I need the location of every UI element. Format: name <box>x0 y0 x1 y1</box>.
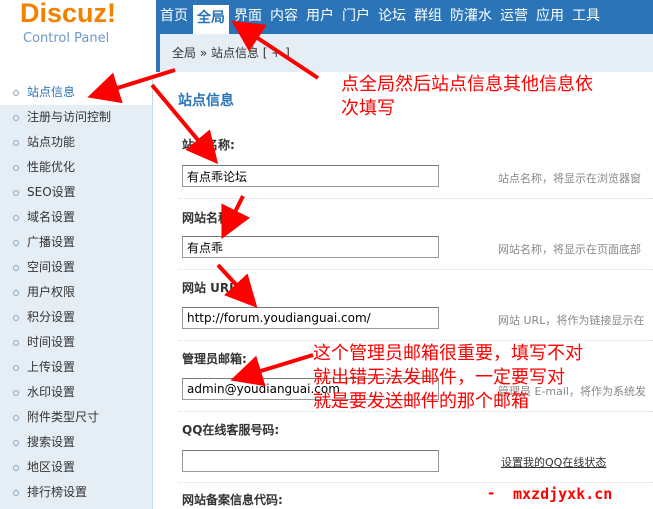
sidebar-item-label: 地区设置 <box>27 460 76 474</box>
sidebar-item-label: 站点功能 <box>27 135 76 149</box>
sidebar-item-search[interactable]: 搜索设置 <box>0 430 152 455</box>
sidebar-item-space[interactable]: 空间设置 <box>0 255 152 280</box>
nav-home[interactable]: 首页 <box>156 0 192 34</box>
site-name-hint: 站点名称，将显示在浏览器窗 <box>498 172 641 185</box>
qq-status-link[interactable]: 设置我的QQ在线状态 <box>501 454 606 470</box>
header: Discuz! Control Panel 首页 全局 界面 内容 用户 门户 … <box>0 0 653 46</box>
sidebar-item-domain[interactable]: 域名设置 <box>0 205 152 230</box>
nav-portal[interactable]: 门户 <box>338 0 374 34</box>
sidebar-item-label: 空间设置 <box>27 260 76 274</box>
web-url-hint: 网站 URL，将作为链接显示在 <box>498 314 645 327</box>
sidebar-item-label: 注册与访问控制 <box>27 110 112 124</box>
sidebar-item-label: 时间设置 <box>27 335 76 349</box>
divider <box>178 269 653 270</box>
nav-antispam[interactable]: 防灌水 <box>446 0 496 34</box>
page-title: 站点信息 <box>178 93 234 109</box>
bullet-icon <box>13 240 19 246</box>
sidebar-item-site-info[interactable]: 站点信息 <box>0 80 152 105</box>
sidebar-item-label: 站点信息 <box>27 85 76 99</box>
breadcrumb: 全局 » 站点信息 [ + ] <box>156 34 653 72</box>
admin-email-label: 管理员邮箱: <box>182 352 247 366</box>
sidebar-item-time[interactable]: 时间设置 <box>0 330 152 355</box>
sidebar-item-label: 积分设置 <box>27 310 76 324</box>
sidebar-item-label: 域名设置 <box>27 210 76 224</box>
nav-user[interactable]: 用户 <box>302 0 338 34</box>
annotation-email: 这个管理员邮箱很重要，填写不对 就出错无法发邮件，一定要写对 就是要发送邮件的那… <box>313 343 583 412</box>
bullet-icon <box>13 190 19 196</box>
divider <box>178 340 653 341</box>
main-panel: 站点信息 站点名称: 站点名称，将显示在浏览器窗 网站名称: 网站名称，将显示在… <box>160 72 653 509</box>
sidebar-item-site-features[interactable]: 站点功能 <box>0 130 152 155</box>
web-name-input[interactable] <box>182 236 439 258</box>
bullet-icon <box>13 415 19 421</box>
divider <box>178 482 653 483</box>
sidebar-item-performance[interactable]: 性能优化 <box>0 155 152 180</box>
sidebar-item-label: SEO设置 <box>27 185 76 199</box>
divider <box>178 198 653 199</box>
sidebar-item-broadcast[interactable]: 广播设置 <box>0 230 152 255</box>
bullet-icon <box>13 365 19 371</box>
bullet-icon <box>13 115 19 121</box>
sidebar-item-region[interactable]: 地区设置 <box>0 455 152 480</box>
site-name-label: 站点名称: <box>182 138 235 152</box>
sidebar-item-seo[interactable]: SEO设置 <box>0 180 152 205</box>
bullet-icon <box>13 215 19 221</box>
sidebar-item-user-permissions[interactable]: 用户权限 <box>0 280 152 305</box>
top-nav: 首页 全局 界面 内容 用户 门户 论坛 群组 防灌水 运营 应用 工具 <box>156 0 653 34</box>
web-url-input[interactable] <box>182 307 439 329</box>
sidebar-item-credits[interactable]: 积分设置 <box>0 305 152 330</box>
nav-global[interactable]: 全局 <box>192 4 230 34</box>
bullet-icon <box>13 465 19 471</box>
sidebar-item-label: 搜索设置 <box>27 435 76 449</box>
sidebar-item-watermark[interactable]: 水印设置 <box>0 380 152 405</box>
bullet-icon <box>13 490 19 496</box>
sidebar-item-label: 附件类型尺寸 <box>27 410 100 424</box>
bullet-icon <box>13 340 19 346</box>
bullet-icon <box>13 315 19 321</box>
web-name-label: 网站名称: <box>182 211 235 225</box>
nav-operation[interactable]: 运营 <box>496 0 532 34</box>
web-name-hint: 网站名称，将显示在页面底部 <box>498 243 641 256</box>
bullet-icon <box>13 165 19 171</box>
discuz-logo[interactable]: Discuz! <box>20 0 116 29</box>
bullet-icon <box>13 440 19 446</box>
logo-subtitle: Control Panel <box>23 31 110 46</box>
sidebar-item-label: 上传设置 <box>27 360 76 374</box>
sidebar-item-register-access[interactable]: 注册与访问控制 <box>0 105 152 130</box>
web-url-label: 网站 URL: <box>182 281 242 295</box>
bullet-icon <box>13 90 19 96</box>
sidebar-spacer <box>0 56 153 80</box>
sidebar-item-attachment-types[interactable]: 附件类型尺寸 <box>0 405 152 430</box>
nav-app[interactable]: 应用 <box>532 0 568 34</box>
nav-forum[interactable]: 论坛 <box>374 0 410 34</box>
qq-input[interactable] <box>182 450 439 472</box>
qq-label: QQ在线客服号码: <box>182 423 280 437</box>
annotation-global: 点全局然后站点信息其他信息依 次填写 <box>341 74 593 119</box>
bullet-icon <box>13 290 19 296</box>
icp-label: 网站备案信息代码: <box>182 493 283 507</box>
watermark-dash: - <box>488 484 495 502</box>
nav-tools[interactable]: 工具 <box>568 0 604 34</box>
bullet-icon <box>13 140 19 146</box>
nav-group[interactable]: 群组 <box>410 0 446 34</box>
site-name-input[interactable] <box>182 165 439 187</box>
nav-style[interactable]: 界面 <box>230 0 266 34</box>
bullet-icon <box>13 390 19 396</box>
sidebar-item-label: 水印设置 <box>27 385 76 399</box>
sidebar-item-label: 广播设置 <box>27 235 76 249</box>
sidebar: 站点信息 注册与访问控制 站点功能 性能优化 SEO设置 域名设置 广播设置 空… <box>0 80 153 509</box>
sidebar-item-ranking[interactable]: 排行榜设置 <box>0 480 152 505</box>
bullet-icon <box>13 265 19 271</box>
nav-content[interactable]: 内容 <box>266 0 302 34</box>
sidebar-item-label: 用户权限 <box>27 285 76 299</box>
sidebar-item-label: 排行榜设置 <box>27 485 88 499</box>
sidebar-item-label: 性能优化 <box>27 160 76 174</box>
sidebar-item-upload[interactable]: 上传设置 <box>0 355 152 380</box>
watermark: mxzdjyxk.cn <box>513 485 613 503</box>
